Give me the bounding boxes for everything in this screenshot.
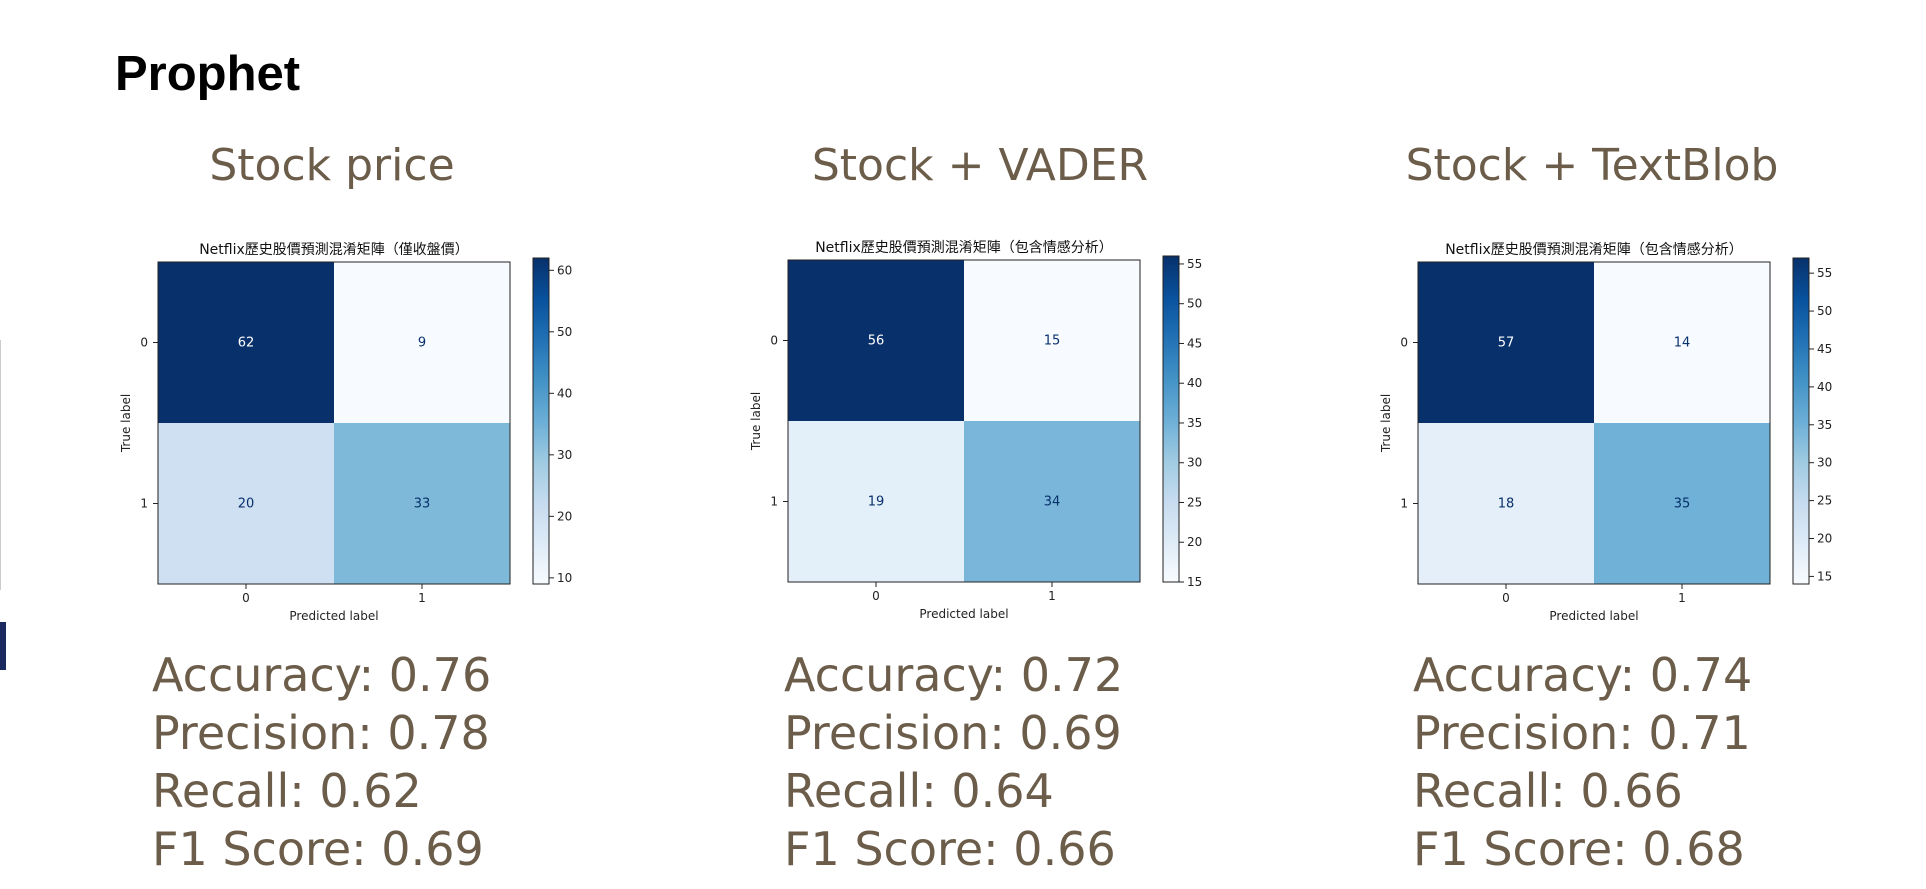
x-tick-label: 1	[1048, 589, 1056, 603]
x-axis-label: Predicted label	[919, 607, 1008, 621]
x-tick-label: 0	[242, 591, 250, 605]
colorbar-tick-label: 40	[1187, 376, 1202, 390]
y-tick-label: 0	[1400, 336, 1408, 350]
cell-value-label: 34	[1044, 495, 1061, 510]
chart-title: Netflix歷史股價預測混淆矩陣（包含情感分析）	[1445, 241, 1743, 258]
colorbar	[532, 257, 550, 585]
colorbar-tick-label: 60	[557, 263, 572, 277]
cell-value-label: 57	[1498, 336, 1515, 351]
chart-title: Netflix歷史股價預測混淆矩陣（包含情感分析）	[815, 239, 1113, 256]
colorbar-tick-label: 25	[1817, 494, 1832, 508]
metrics-stock-textblob: Accuracy: 0.74 Precision: 0.71 Recall: 0…	[1413, 646, 1752, 878]
cell-value-label: 19	[868, 495, 885, 510]
colorbar-tick-label: 45	[1187, 336, 1202, 350]
y-tick-label: 1	[770, 495, 778, 509]
colorbar-tick-label: 55	[1187, 257, 1202, 271]
cell-value-label: 15	[1044, 334, 1061, 349]
x-tick-label: 1	[1678, 591, 1686, 605]
panel-title-stock-textblob: Stock + TextBlob	[1405, 140, 1779, 191]
y-axis-label: True label	[1379, 394, 1393, 453]
f1-score-value: F1 Score: 0.69	[152, 822, 484, 876]
cell-value-label: 33	[414, 497, 431, 512]
colorbar-tick-label: 10	[557, 571, 572, 585]
y-tick-label: 0	[770, 334, 778, 348]
colorbar-tick-label: 25	[1187, 495, 1202, 509]
colorbar-tick-label: 50	[1817, 304, 1832, 318]
x-tick-label: 0	[1502, 591, 1510, 605]
colorbar-tick-label: 30	[557, 448, 572, 462]
colorbar-tick-label: 50	[1187, 297, 1202, 311]
accuracy-value: Accuracy: 0.74	[1413, 648, 1753, 702]
colorbar-tick-label: 15	[1817, 569, 1832, 583]
colorbar-tick-label: 15	[1187, 575, 1202, 589]
cell-value-label: 56	[868, 334, 885, 349]
y-axis-label: True label	[119, 394, 133, 453]
confusion-matrix-stock-vader: Netflix歷史股價預測混淆矩陣（包含情感分析） 56 15 19 34 0 1 0 1 Pre…	[749, 239, 1202, 621]
cell-value-label: 9	[418, 336, 426, 351]
colorbar-tick-label: 50	[557, 325, 572, 339]
colorbar	[1162, 255, 1180, 583]
colorbar-tick-label: 30	[1187, 456, 1202, 470]
colorbar	[1792, 257, 1810, 585]
metrics-stock-price: Accuracy: 0.76 Precision: 0.78 Recall: 0…	[152, 646, 491, 878]
colorbar-tick-label: 30	[1817, 456, 1832, 470]
precision-value: Precision: 0.71	[1413, 706, 1751, 760]
cell-value-label: 14	[1674, 336, 1691, 351]
x-axis-label: Predicted label	[1549, 609, 1638, 623]
colorbar-tick-label: 20	[1817, 532, 1832, 546]
y-tick-label: 1	[140, 497, 148, 511]
panel-title-stock-vader: Stock + VADER	[811, 140, 1149, 191]
recall-value: Recall: 0.64	[784, 764, 1054, 818]
precision-value: Precision: 0.69	[784, 706, 1122, 760]
accuracy-value: Accuracy: 0.76	[152, 648, 492, 702]
left-edge-line	[0, 340, 1, 590]
cell-value-label: 35	[1674, 497, 1691, 512]
x-tick-label: 1	[418, 591, 426, 605]
cell-value-label: 20	[238, 497, 255, 512]
colorbar-tick-label: 40	[557, 386, 572, 400]
precision-value: Precision: 0.78	[152, 706, 490, 760]
colorbar-tick-label: 40	[1817, 380, 1832, 394]
cell-value-label: 62	[238, 336, 255, 351]
left-accent-bar	[0, 622, 6, 670]
colorbar-tick-label: 35	[1187, 416, 1202, 430]
y-axis-label: True label	[749, 392, 763, 451]
metrics-stock-vader: Accuracy: 0.72 Precision: 0.69 Recall: 0…	[784, 646, 1123, 878]
confusion-matrix-stock-price: Netflix歷史股價預測混淆矩陣（僅收盤價）62 920 330 101Predic…	[119, 241, 572, 623]
colorbar-tick-label: 20	[557, 509, 572, 523]
y-tick-label: 0	[140, 336, 148, 350]
colorbar-tick-label: 55	[1817, 266, 1832, 280]
colorbar-tick-label: 35	[1817, 418, 1832, 432]
cell-value-label: 18	[1498, 497, 1515, 512]
colorbar-tick-label: 45	[1817, 342, 1832, 356]
slide-title: Prophet	[115, 47, 301, 101]
colorbar-tick-label: 20	[1187, 535, 1202, 549]
confusion-matrix-stock-textblob: Netflix歷史股價預測混淆矩陣（包含情感分析） 57 14 18 35 0 1 0 1 Pre…	[1379, 241, 1832, 623]
accuracy-value: Accuracy: 0.72	[784, 648, 1124, 702]
f1-score-value: F1 Score: 0.68	[1413, 822, 1745, 876]
x-axis-label: Predicted label	[289, 609, 378, 623]
y-tick-label: 1	[1400, 497, 1408, 511]
recall-value: Recall: 0.62	[152, 764, 422, 818]
f1-score-value: F1 Score: 0.66	[784, 822, 1116, 876]
chart-title: Netflix歷史股價預測混淆矩陣（僅收盤價）	[199, 241, 469, 258]
panel-title-stock-price: Stock price	[209, 140, 455, 191]
x-tick-label: 0	[872, 589, 880, 603]
recall-value: Recall: 0.66	[1413, 764, 1683, 818]
